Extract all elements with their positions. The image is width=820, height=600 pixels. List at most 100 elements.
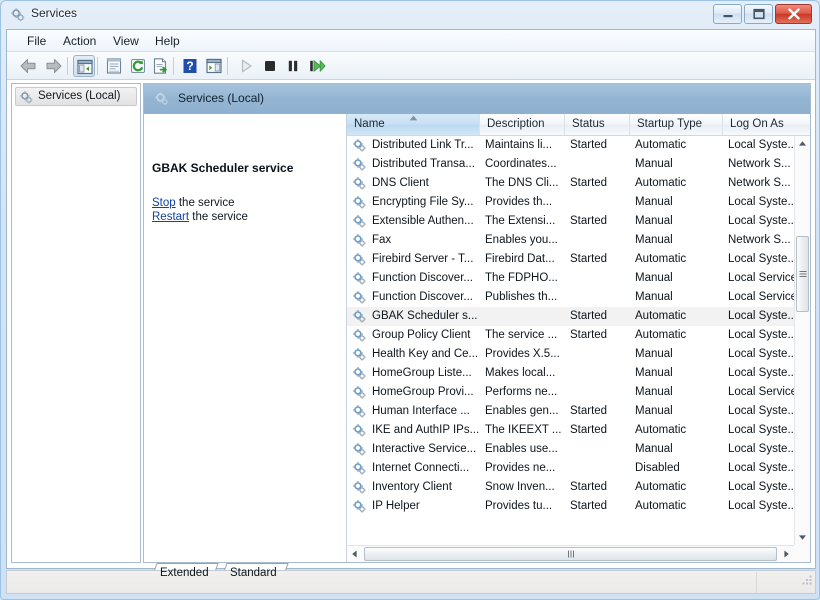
column-header-label: Log On As bbox=[730, 118, 784, 130]
cell-status bbox=[570, 345, 631, 364]
column-header-log-on-as[interactable]: Log On As bbox=[723, 114, 810, 135]
minimize-button[interactable] bbox=[713, 4, 742, 24]
table-row[interactable]: GBAK Scheduler s... Started Automatic Local… bbox=[347, 307, 794, 326]
cell-startup-type: Manual bbox=[635, 386, 673, 398]
cell-log-on-as: Local Syste... bbox=[728, 443, 794, 455]
scroll-left-button[interactable] bbox=[347, 546, 363, 562]
cell-log-on-as: Local Syste... bbox=[728, 424, 794, 436]
help-icon[interactable]: ? bbox=[179, 55, 201, 77]
menu-help[interactable]: Help bbox=[149, 33, 186, 49]
cell-status: Started bbox=[570, 329, 608, 341]
table-row[interactable]: DNS Client The DNS Cli... Started Automatic… bbox=[347, 174, 794, 193]
menu-view[interactable]: View bbox=[107, 33, 145, 49]
forward-arrow-icon[interactable] bbox=[43, 55, 65, 77]
maximize-button[interactable] bbox=[744, 4, 773, 24]
client-area: File Action View Help ? Services (Local)… bbox=[6, 29, 816, 585]
new-window-icon[interactable] bbox=[203, 55, 225, 77]
column-header-description[interactable]: Description bbox=[480, 114, 565, 135]
column-header-name[interactable]: Name bbox=[347, 114, 480, 135]
scroll-up-button[interactable] bbox=[795, 136, 810, 152]
play-icon[interactable] bbox=[235, 55, 257, 77]
vertical-scroll-thumb[interactable] bbox=[796, 236, 809, 312]
column-header-label: Status bbox=[572, 118, 605, 130]
properties-icon[interactable] bbox=[103, 55, 125, 77]
table-row[interactable]: Internet Connecti... Provides ne... Disabl… bbox=[347, 459, 794, 478]
cell-startup-type: Manual bbox=[635, 348, 673, 360]
cell-description: The DNS Cli... bbox=[485, 177, 559, 189]
column-header-startup-type[interactable]: Startup Type bbox=[630, 114, 723, 135]
service-name-text: Human Interface ... bbox=[372, 405, 470, 417]
restart-service-link[interactable]: Restart bbox=[152, 211, 189, 223]
table-row[interactable]: Distributed Transa... Coordinates... Manua… bbox=[347, 155, 794, 174]
tab-extended[interactable]: Extended bbox=[149, 563, 219, 585]
cell-startup-type: Manual bbox=[635, 443, 673, 455]
table-row[interactable]: Interactive Service... Enables use... Manu… bbox=[347, 440, 794, 459]
cell-name: IP Helper bbox=[352, 497, 480, 516]
cell-status: Started bbox=[570, 405, 608, 417]
cell-name: Encrypting File Sy... bbox=[352, 193, 480, 212]
table-row[interactable]: Human Interface ... Enables gen... Started… bbox=[347, 402, 794, 421]
table-row[interactable]: Encrypting File Sy... Provides th... Manua… bbox=[347, 193, 794, 212]
table-row[interactable]: Function Discover... Publishes th... Manua… bbox=[347, 288, 794, 307]
vertical-scrollbar[interactable] bbox=[794, 136, 810, 545]
show-hide-tree-icon[interactable] bbox=[73, 55, 95, 77]
cell-startup-type: Manual bbox=[635, 405, 673, 417]
toolbar: ? bbox=[7, 52, 815, 80]
cell-startup-type: Automatic bbox=[635, 310, 687, 322]
scroll-down-button[interactable] bbox=[795, 529, 810, 545]
table-row[interactable]: Group Policy Client The service ... Starte… bbox=[347, 326, 794, 345]
cell-name: Group Policy Client bbox=[352, 326, 480, 345]
cell-log-on-as: Local Syste... bbox=[728, 139, 794, 151]
table-row[interactable]: HomeGroup Liste... Makes local... Manual Lo… bbox=[347, 364, 794, 383]
cell-name: Distributed Transa... bbox=[352, 155, 480, 174]
service-gears-icon bbox=[352, 366, 367, 381]
cell-log-on-as: Local Syste... bbox=[728, 481, 794, 493]
stop-service-link[interactable]: Stop bbox=[152, 197, 176, 209]
column-header-status[interactable]: Status bbox=[565, 114, 630, 135]
scroll-right-button[interactable] bbox=[778, 546, 794, 562]
pause-icon[interactable] bbox=[282, 55, 304, 77]
stop-service-line: Stop the service bbox=[152, 197, 234, 209]
service-info-column: GBAK Scheduler service Stop the service … bbox=[144, 114, 344, 562]
cell-description: Firebird Dat... bbox=[485, 253, 555, 265]
cell-log-on-as: Local Syste... bbox=[728, 196, 794, 208]
horizontal-scroll-thumb[interactable] bbox=[364, 547, 777, 561]
table-row[interactable]: Function Discover... The FDPHO... Manual Lo… bbox=[347, 269, 794, 288]
table-row[interactable]: Distributed Link Tr... Maintains li... Sta… bbox=[347, 136, 794, 155]
table-row[interactable]: Firebird Server - T... Firebird Dat... Sta… bbox=[347, 250, 794, 269]
service-gears-icon bbox=[352, 290, 367, 305]
table-row[interactable]: IP Helper Provides tu... Started Automatic L… bbox=[347, 497, 794, 516]
table-row[interactable]: HomeGroup Provi... Performs ne... Manual Lo… bbox=[347, 383, 794, 402]
stop-icon[interactable] bbox=[259, 55, 281, 77]
service-name-text: Health Key and Ce... bbox=[372, 348, 479, 360]
refresh-icon[interactable] bbox=[127, 55, 149, 77]
menu-action[interactable]: Action bbox=[57, 33, 102, 49]
cell-name: Fax bbox=[352, 231, 480, 250]
details-header-label: Services (Local) bbox=[178, 91, 265, 105]
menu-file[interactable]: File bbox=[21, 33, 52, 49]
service-name-text: DNS Client bbox=[372, 177, 429, 189]
cell-status bbox=[570, 231, 631, 250]
sidebar-item-services-local[interactable]: Services (Local) bbox=[15, 87, 137, 106]
cell-startup-type: Manual bbox=[635, 158, 673, 170]
toolbar-separator-1 bbox=[67, 57, 68, 75]
cell-description: Enables you... bbox=[485, 234, 558, 246]
restart-icon[interactable] bbox=[305, 55, 327, 77]
cell-log-on-as: Local Syste... bbox=[728, 215, 794, 227]
cell-status bbox=[570, 193, 631, 212]
toolbar-separator-2 bbox=[97, 57, 98, 75]
table-row[interactable]: Inventory Client Snow Inven... Started Auto… bbox=[347, 478, 794, 497]
service-gears-icon bbox=[352, 214, 367, 229]
table-row[interactable]: Health Key and Ce... Provides X.5... Manua… bbox=[347, 345, 794, 364]
back-arrow-icon[interactable] bbox=[17, 55, 39, 77]
cell-name: Human Interface ... bbox=[352, 402, 480, 421]
export-list-icon[interactable] bbox=[150, 55, 172, 77]
table-row[interactable]: Fax Enables you... Manual Network S... bbox=[347, 231, 794, 250]
table-row[interactable]: IKE and AuthIP IPs... The IKEEXT ... Start… bbox=[347, 421, 794, 440]
horizontal-scrollbar[interactable] bbox=[347, 545, 794, 562]
service-gears-icon bbox=[352, 442, 367, 457]
cell-status: Started bbox=[570, 310, 608, 322]
cell-log-on-as: Local Syste... bbox=[728, 500, 794, 512]
close-button[interactable] bbox=[775, 4, 812, 24]
table-row[interactable]: Extensible Authen... The Extensi... Starte… bbox=[347, 212, 794, 231]
